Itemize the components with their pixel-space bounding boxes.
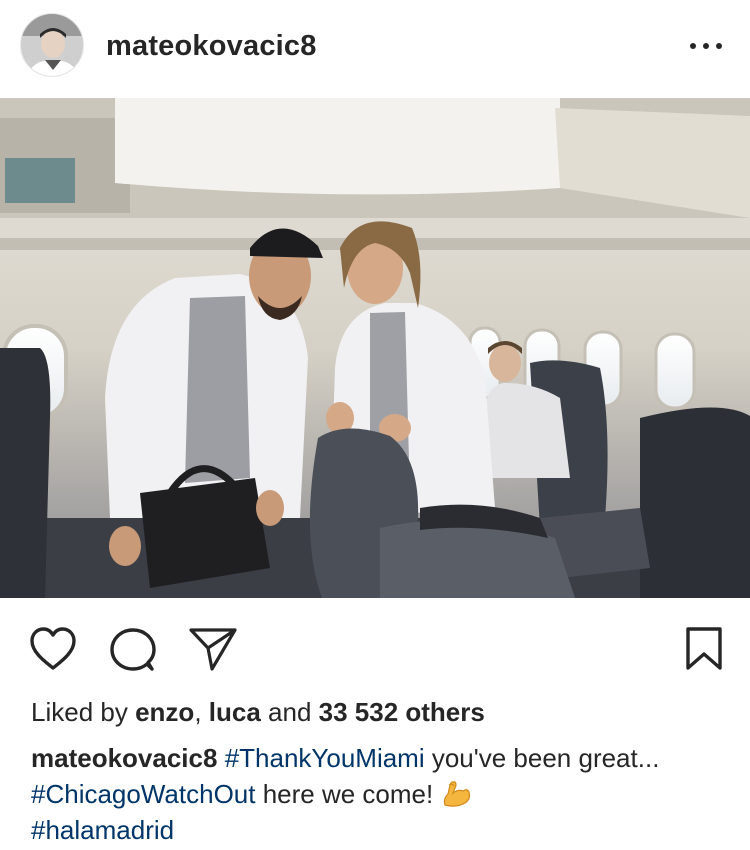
- share-button[interactable]: [188, 626, 238, 672]
- flexed-biceps-icon: [440, 777, 472, 809]
- more-options-button[interactable]: [684, 30, 728, 60]
- hashtag-link[interactable]: #ChicagoWatchOut: [31, 779, 255, 809]
- heart-icon: [30, 627, 76, 670]
- post-caption: mateokovacic8 #ThankYouMiami you've been…: [31, 740, 731, 848]
- likes-and: and: [260, 697, 319, 727]
- caption-text: you've been great...: [424, 743, 660, 773]
- bookmark-icon: [686, 627, 722, 670]
- caption-text: here we come!: [255, 779, 441, 809]
- avatar[interactable]: [20, 13, 84, 77]
- like-button[interactable]: [28, 626, 78, 672]
- save-button[interactable]: [684, 626, 734, 672]
- caption-username[interactable]: mateokovacic8: [31, 743, 217, 773]
- likes-prefix: Liked by: [31, 697, 136, 727]
- post-header: mateokovacic8: [0, 0, 750, 98]
- liker-link[interactable]: luca: [209, 697, 261, 727]
- comment-button[interactable]: [108, 626, 158, 672]
- comment-icon: [110, 628, 156, 671]
- ellipsis-icon: [690, 43, 696, 49]
- likes-summary: Liked by enzo, luca and 33 532 others: [31, 697, 485, 728]
- post-actions: [0, 598, 750, 692]
- username[interactable]: mateokovacic8: [106, 30, 317, 63]
- liker-link[interactable]: enzo: [135, 697, 194, 727]
- hashtag-link[interactable]: #halamadrid: [31, 815, 174, 845]
- ellipsis-icon: [716, 43, 722, 49]
- hashtag-link[interactable]: #ThankYouMiami: [225, 743, 425, 773]
- likes-separator: ,: [194, 697, 209, 727]
- send-icon: [189, 628, 237, 671]
- post-photo[interactable]: [0, 98, 750, 598]
- ellipsis-icon: [703, 43, 709, 49]
- likes-count-link[interactable]: 33 532 others: [319, 697, 485, 727]
